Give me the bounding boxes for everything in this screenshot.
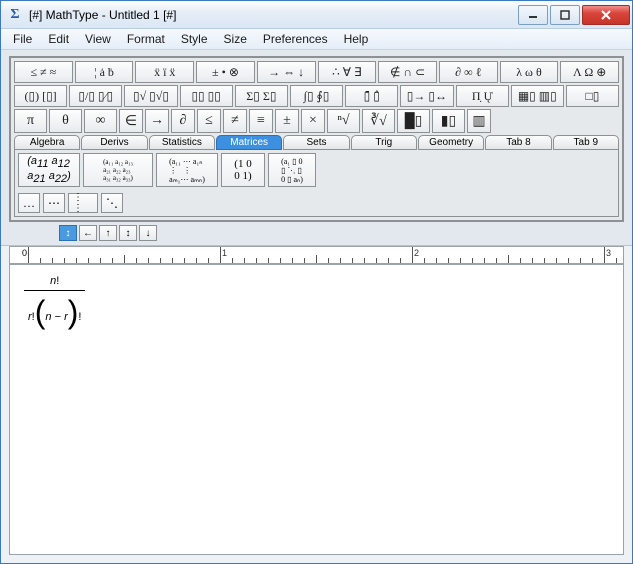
close-button[interactable] [582,5,630,25]
template-subscript[interactable]: ▯▯ ▯▯ [180,85,233,107]
dots-d[interactable]: ⋱ [101,193,123,213]
tab-9[interactable]: Tab 9 [553,135,619,150]
toolbar-area: ≤ ≠ ≈ ¦ ȧ ḃ ẍ ï ẍ ± • ⊗ → ⇔ ↓ ∴ ∀ ∃ ∉ ∩ … [1,50,632,246]
sym-partial[interactable]: ∂ [171,109,195,133]
palette-calc[interactable]: ∂ ∞ ℓ [439,61,498,83]
align-btn-5[interactable]: ↓ [139,225,157,241]
sym-le[interactable]: ≤ [197,109,221,133]
dots-c[interactable]: ⋯ [43,193,65,213]
menu-bar: File Edit View Format Style Size Prefere… [1,29,632,50]
palette-arrows[interactable]: → ⇔ ↓ [257,61,316,83]
matrix-3x3[interactable]: (a₁₁ a₁₂ a₁₃a₂₁ a₂₂ a₂₃a₃₁ a₃₂ a₃₃) [83,153,153,187]
matrix-mxn[interactable]: (a₁₁ ⋯ a₁ₙ⋮ ⋮aₘ₁⋯ aₘₙ) [156,153,218,187]
template-sum[interactable]: Σ▯ Σ▯ [235,85,288,107]
ruler-0: 0 [22,248,27,258]
tmpl-nthroot[interactable]: ⁿ√ [327,109,360,133]
palette-row-2: (▯) [▯] ▯/▯ ▯⁄▯ ▯√ ▯√▯ ▯▯ ▯▯ Σ▯ Σ▯ ∫▯ ∮▯… [14,85,619,107]
menu-style[interactable]: Style [173,30,216,48]
palette-row-3: π θ ∞ ∈ → ∂ ≤ ≠ ≡ ± × ⁿ√ ∛√ █▯ ▮▯ ▥ [14,109,619,133]
symbol-palette: ≤ ≠ ≈ ¦ ȧ ḃ ẍ ï ẍ ± • ⊗ → ⇔ ↓ ∴ ∀ ∃ ∉ ∩ … [9,56,624,222]
ruler[interactable]: 0 123 [9,246,624,264]
tab-trig[interactable]: Trig [351,135,417,150]
sym-equiv[interactable]: ≡ [249,109,273,133]
menu-file[interactable]: File [5,30,40,48]
matrix-diagonal[interactable]: (a₁ ▯ 0▯ ⋱ ▯0 ▯ aₙ) [268,153,316,187]
tab-statistics[interactable]: Statistics [149,135,215,150]
template-overarrow[interactable]: ▯→ ▯↔ [400,85,453,107]
matrix-2x2[interactable]: (a11 a12a21 a22) [18,153,80,187]
tab-8[interactable]: Tab 8 [485,135,551,150]
sym-pm[interactable]: ± [275,109,299,133]
sym-times[interactable]: × [301,109,325,133]
menu-edit[interactable]: Edit [40,30,77,48]
alignment-toolbar: ↕ ← ↑ ↕ ↓ [59,225,624,241]
tab-sets[interactable]: Sets [283,135,349,150]
dots-h[interactable]: … [18,193,40,213]
eq-numerator: n! [50,275,59,287]
menu-format[interactable]: Format [119,30,173,48]
palette-accents2[interactable]: ẍ ï ẍ [135,61,194,83]
matrix-identity[interactable]: (1 00 1) [221,153,265,187]
palette-greek-lower[interactable]: λ ω θ [500,61,559,83]
tab-derivs[interactable]: Derivs [81,135,147,150]
template-fraction[interactable]: ▯/▯ ▯⁄▯ [69,85,122,107]
align-btn-2[interactable]: ← [79,225,97,241]
tab-pane-matrices: (a11 a12a21 a22) (a₁₁ a₁₂ a₁₃a₂₁ a₂₂ a₂₃… [14,150,619,217]
tmpl-block1[interactable]: █▯ [397,109,430,133]
palette-relational[interactable]: ≤ ≠ ≈ [14,61,73,83]
eq-denominator: r!(n − r)! [28,311,81,323]
title-bar: Σ [#] MathType - Untitled 1 [#] [1,1,632,29]
palette-operators[interactable]: ± • ⊗ [196,61,255,83]
sym-elem[interactable]: ∈ [119,109,143,133]
sym-theta[interactable]: θ [49,109,82,133]
dots-v[interactable]: ⋮ ⋮ [68,193,98,213]
tmpl-block2[interactable]: ▮▯ [432,109,465,133]
palette-sets[interactable]: ∉ ∩ ⊂ [378,61,437,83]
equation[interactable]: n! r!(n − r)! [24,275,85,331]
template-product[interactable]: Π̣ Ų̇ [456,85,509,107]
align-btn-3[interactable]: ↑ [99,225,117,241]
maximize-button[interactable] [550,5,580,25]
template-matrix[interactable]: ▦▯ ▥▯ [511,85,564,107]
editor-canvas[interactable]: n! r!(n − r)! [9,264,624,555]
sym-pi[interactable]: π [14,109,47,133]
sym-ne[interactable]: ≠ [223,109,247,133]
application-window: Σ [#] MathType - Untitled 1 [#] File Edi… [0,0,633,564]
palette-logic[interactable]: ∴ ∀ ∃ [318,61,377,83]
align-btn-4[interactable]: ↕ [119,225,137,241]
menu-help[interactable]: Help [336,30,377,48]
menu-size[interactable]: Size [216,30,255,48]
palette-greek-upper[interactable]: Λ Ω ⊕ [560,61,619,83]
menu-view[interactable]: View [77,30,119,48]
app-icon: Σ [7,7,23,23]
template-box[interactable]: □▯ [566,85,619,107]
template-radical[interactable]: ▯√ ▯√▯ [124,85,177,107]
category-tabs: Algebra Derivs Statistics Matrices Sets … [14,135,619,150]
template-overbar[interactable]: ▯̄ ▯̂ [345,85,398,107]
tmpl-cuberoot[interactable]: ∛√ [362,109,395,133]
tab-algebra[interactable]: Algebra [14,135,80,150]
palette-row-1: ≤ ≠ ≈ ¦ ȧ ḃ ẍ ï ẍ ± • ⊗ → ⇔ ↓ ∴ ∀ ∃ ∉ ∩ … [14,61,619,83]
sym-arrow[interactable]: → [145,109,169,133]
align-btn-1[interactable]: ↕ [59,225,77,241]
template-integral[interactable]: ∫▯ ∮▯ [290,85,343,107]
palette-accents[interactable]: ¦ ȧ ḃ [75,61,134,83]
tab-geometry[interactable]: Geometry [418,135,484,150]
window-title: [#] MathType - Untitled 1 [#] [29,8,518,22]
template-fences[interactable]: (▯) [▯] [14,85,67,107]
minimize-button[interactable] [518,5,548,25]
sym-infinity[interactable]: ∞ [84,109,117,133]
tab-matrices[interactable]: Matrices [216,135,282,150]
menu-preferences[interactable]: Preferences [255,30,336,48]
tmpl-block3[interactable]: ▥ [467,109,491,133]
